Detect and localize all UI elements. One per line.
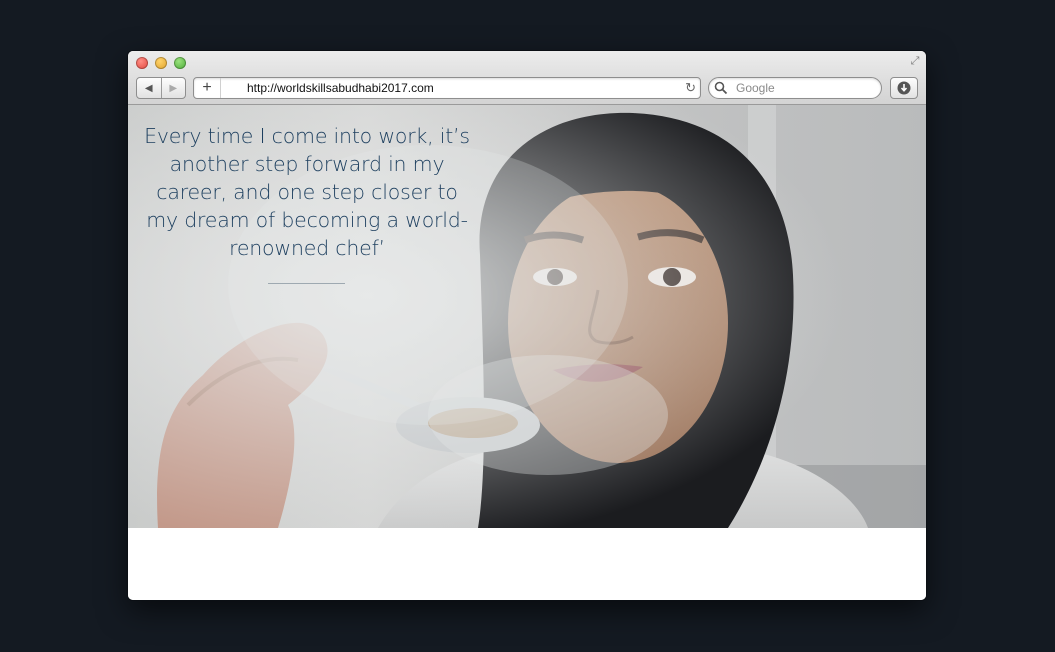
download-icon <box>897 81 911 95</box>
search-icon <box>714 81 728 95</box>
forward-button[interactable]: ▶ <box>160 78 186 98</box>
url-text[interactable]: http://worldskillsabudhabi2017.com <box>247 78 434 98</box>
quote-divider <box>268 283 345 284</box>
zoom-window-button[interactable] <box>174 57 186 69</box>
page-content-area <box>128 528 926 600</box>
fullscreen-icon[interactable]: ⤢ <box>909 55 921 67</box>
window-controls <box>136 57 186 69</box>
search-placeholder: Google <box>736 81 775 95</box>
history-navigation: ◀ ▶ <box>136 77 186 99</box>
new-tab-icon[interactable]: + <box>194 78 221 98</box>
browser-toolbar: ⤢ ◀ ▶ + http://worldskillsabudhabi2017.c… <box>128 51 926 105</box>
close-window-button[interactable] <box>136 57 148 69</box>
back-button[interactable]: ◀ <box>137 78 161 98</box>
hero-section: Every time I come into work, it’s anothe… <box>128 105 926 528</box>
downloads-button[interactable] <box>890 77 918 99</box>
back-arrow-icon: ◀ <box>144 82 153 94</box>
search-field[interactable]: Google <box>708 77 882 99</box>
reload-icon[interactable]: ↻ <box>685 78 696 98</box>
address-bar[interactable]: + http://worldskillsabudhabi2017.com ↻ <box>193 77 701 99</box>
minimize-window-button[interactable] <box>155 57 167 69</box>
forward-arrow-icon: ▶ <box>169 82 178 94</box>
hero-quote: Every time I come into work, it’s anothe… <box>144 124 470 260</box>
browser-window: ⤢ ◀ ▶ + http://worldskillsabudhabi2017.c… <box>128 51 926 600</box>
